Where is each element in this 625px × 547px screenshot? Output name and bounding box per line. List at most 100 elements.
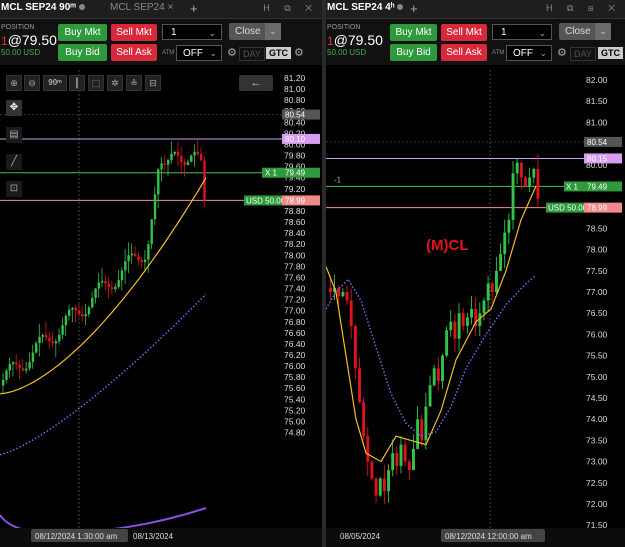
- buy-mkt-button[interactable]: Buy Mkt: [58, 24, 107, 41]
- price-axis-tick: 76.00: [284, 361, 306, 371]
- candle-body: [515, 162, 519, 174]
- crosshair-icon[interactable]: ✥: [6, 100, 22, 116]
- chevron-down-icon[interactable]: ⌄: [595, 23, 611, 40]
- candle-body: [499, 253, 503, 271]
- price-axis-tick: 78.00: [284, 250, 306, 260]
- add-tab-icon[interactable]: +: [190, 1, 198, 16]
- sell-ask-button[interactable]: Sell Ask: [441, 44, 487, 61]
- candle-body: [71, 308, 74, 310]
- price-axis-tick: 81.00: [586, 117, 608, 127]
- interval-button[interactable]: 90ᵐ: [43, 75, 67, 91]
- candle-body: [349, 300, 353, 326]
- quantity-select[interactable]: 1 ⌄: [162, 24, 222, 40]
- quantity-value: 1: [501, 27, 507, 38]
- add-tab-icon[interactable]: +: [410, 1, 418, 16]
- candle-body: [337, 287, 341, 297]
- candle-body: [366, 436, 370, 462]
- gear-icon[interactable]: ⚙: [557, 46, 567, 59]
- candle-body: [420, 419, 424, 441]
- price-axis-tick: 76.60: [284, 328, 306, 338]
- price-axis-tick: 73.50: [586, 435, 608, 445]
- tab-close-icon[interactable]: ×: [168, 2, 174, 13]
- order-bar-right: POSITION 1@79.50 50.00 USD Buy Mkt Sell …: [326, 19, 625, 65]
- price-axis-tick: 77.20: [284, 295, 306, 305]
- back-arrow-icon[interactable]: ←: [239, 75, 273, 91]
- tag-green-prefix: X 1: [566, 182, 579, 191]
- panel-window-icons[interactable]: H ⧉ ✕: [263, 3, 318, 14]
- candle-body: [28, 362, 31, 369]
- indicators-icon[interactable]: ≗: [126, 75, 142, 91]
- buy-mkt-button[interactable]: Buy Mkt: [390, 24, 437, 41]
- gtc-toggle[interactable]: GTC: [266, 47, 291, 59]
- candle-body: [114, 286, 117, 290]
- price-axis-tick: 76.40: [284, 339, 306, 349]
- candle-body: [183, 162, 186, 165]
- candle-body: [412, 448, 415, 471]
- atm-value: OFF: [513, 48, 533, 59]
- zoom-out-icon[interactable]: ⊖: [24, 75, 40, 91]
- cursor-date-label: 08/12/2024 12:00:00 am: [445, 532, 532, 541]
- line-tool-icon[interactable]: ╱: [6, 154, 22, 170]
- quantity-select[interactable]: 1 ⌄: [492, 24, 552, 40]
- tag-green-prefix: X 1: [265, 169, 278, 178]
- layout-icon[interactable]: ⊟: [145, 75, 161, 91]
- candle-body: [157, 169, 160, 195]
- tab-mcl-90m[interactable]: MCL SEP24 90ᵐ: [1, 2, 85, 13]
- candle-body: [399, 444, 403, 466]
- candle-body: [507, 219, 511, 233]
- candle-body: [127, 255, 130, 262]
- moving-average-line: [0, 177, 207, 395]
- price-axis-tick: 75.50: [586, 351, 608, 361]
- chevron-down-icon[interactable]: ⌄: [265, 23, 281, 40]
- gear-icon[interactable]: ⚙: [227, 46, 237, 59]
- overlay-label: (M)CL: [426, 237, 468, 254]
- notes-icon[interactable]: ▤: [6, 127, 22, 143]
- gear-icon[interactable]: ⚙: [294, 46, 304, 59]
- close-button[interactable]: Close ⌄: [559, 23, 611, 40]
- candle-body: [532, 169, 536, 178]
- atm-select[interactable]: OFF ⌄: [176, 45, 222, 61]
- candle-body: [391, 453, 395, 471]
- lock-icon[interactable]: ⊡: [6, 181, 22, 197]
- candle-body: [395, 453, 399, 466]
- atm-select[interactable]: OFF ⌄: [506, 45, 552, 61]
- chart-panel-right: 82.0081.5081.0080.5080.0079.5079.0078.50…: [326, 0, 625, 547]
- sell-mkt-button[interactable]: Sell Mkt: [441, 24, 487, 41]
- price-axis-tick: 79.20: [284, 184, 306, 194]
- day-toggle[interactable]: DAY: [239, 47, 265, 61]
- settings-icon[interactable]: ✲: [107, 75, 123, 91]
- crosshair-select-icon[interactable]: ⬚: [88, 75, 104, 91]
- price-axis-tick: 75.20: [284, 405, 306, 415]
- chevron-down-icon: ⌄: [538, 28, 546, 38]
- candle-body: [84, 314, 87, 317]
- position-avg-price: @79.50: [7, 32, 57, 48]
- price-chart-right[interactable]: 82.0081.5081.0080.5080.0079.5079.0078.50…: [326, 0, 625, 547]
- price-axis-tick: 75.40: [284, 394, 306, 404]
- tab-mcl-4h[interactable]: MCL SEP24 4ʰ: [327, 2, 404, 13]
- candle-body: [453, 321, 457, 339]
- chevron-down-icon: ⌄: [208, 28, 216, 38]
- tab-mcl-inactive[interactable]: MCL SEP24 ×: [110, 2, 174, 13]
- candle-body: [374, 478, 378, 496]
- tab-label: MCL SEP24 4ʰ: [327, 2, 395, 13]
- price-axis-tick: 80.80: [284, 95, 306, 105]
- candle-body: [461, 313, 465, 326]
- sell-mkt-button[interactable]: Sell Mkt: [111, 24, 157, 41]
- bar-type-icon[interactable]: ┃: [69, 75, 85, 91]
- buy-bid-button[interactable]: Buy Bid: [58, 44, 107, 61]
- candle-body: [329, 287, 332, 292]
- close-button[interactable]: Close ⌄: [229, 23, 281, 40]
- buy-bid-button[interactable]: Buy Bid: [390, 44, 437, 61]
- price-axis-tick: 76.00: [586, 329, 608, 339]
- zoom-in-icon[interactable]: ⊕: [6, 75, 22, 91]
- position-avg-price: @79.50: [333, 32, 383, 48]
- price-axis-tick: 78.80: [284, 206, 306, 216]
- candle-body: [170, 153, 173, 161]
- panel-window-icons[interactable]: H ⧉ ⊞ ✕: [546, 3, 621, 14]
- price-axis-tick: 73.00: [586, 457, 608, 467]
- candle-body: [15, 362, 18, 365]
- gtc-toggle[interactable]: GTC: [598, 47, 623, 59]
- sell-ask-button[interactable]: Sell Ask: [111, 44, 157, 61]
- candle-body: [436, 368, 440, 382]
- day-toggle[interactable]: DAY: [570, 47, 596, 61]
